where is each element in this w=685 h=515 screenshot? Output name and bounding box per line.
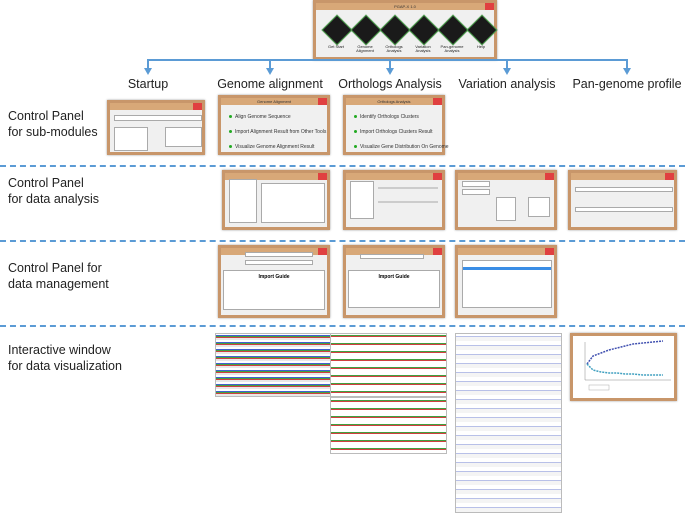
menu-item-identify[interactable]: Identify Orthologs Clusters	[354, 114, 442, 120]
menu-item-visualize[interactable]: Visualize Genome Alignment Result	[229, 144, 327, 150]
va-data-panel	[455, 245, 557, 318]
arrow-down-icon	[386, 68, 394, 75]
close-button[interactable]	[485, 3, 494, 10]
main-window: PGAP-X 1.0 Get Start Genome Alignment Orth…	[313, 0, 498, 60]
connector-line	[148, 59, 628, 61]
import-guide-title: Import Guide	[258, 274, 290, 280]
column-header: Pan-genome profile	[572, 77, 682, 91]
module-label: Help	[476, 44, 486, 49]
menu-item-import[interactable]: Import Orthologs Clusters Result	[354, 129, 442, 135]
genome-alignment-visualization[interactable]	[215, 333, 332, 397]
window-title: PGAP-X 1.0	[394, 4, 416, 9]
module-label: Variation Analysis	[415, 44, 431, 53]
pan-genome-chart-window[interactable]	[570, 333, 677, 401]
divider	[0, 325, 685, 327]
module-button[interactable]: Orthologs Analysis	[379, 14, 411, 55]
module-button[interactable]: Help	[466, 14, 498, 55]
divider	[0, 240, 685, 242]
column-header: Orthologs Analysis	[338, 77, 442, 91]
row-label: Control Panel for sub-modules	[8, 109, 98, 139]
column-header: Startup	[127, 77, 169, 91]
arrow-down-icon	[503, 68, 511, 75]
row-label: Control Panel for data analysis	[8, 176, 100, 206]
orthologs-visualization-2[interactable]	[330, 397, 447, 454]
module-icon	[466, 14, 498, 46]
startup-panel	[107, 100, 205, 155]
module-icon	[321, 14, 353, 46]
arrow-down-icon	[266, 68, 274, 75]
pg-analysis-panel	[568, 170, 677, 230]
module-label: Orthologs Analysis	[385, 44, 403, 53]
column-header: Genome alignment	[217, 77, 323, 91]
module-icon	[408, 14, 440, 46]
menu-item-align[interactable]: Align Genome Sequence	[229, 114, 327, 120]
column-header: Variation analysis	[458, 77, 556, 91]
menu-item-visualize[interactable]: Visualize Gene Distribution On Genome	[354, 144, 449, 150]
orthologs-visualization-1[interactable]	[330, 333, 447, 397]
arrow-down-icon	[144, 68, 152, 75]
title-bar: PGAP-X 1.0	[316, 3, 494, 10]
pan-genome-chart	[584, 340, 671, 391]
divider	[0, 165, 685, 167]
module-label: Pan-genome Analysis	[440, 44, 464, 53]
ga-analysis-panel	[222, 170, 330, 230]
module-button[interactable]: Pan-genome Analysis	[437, 14, 469, 55]
module-button[interactable]: Variation Analysis	[408, 14, 440, 55]
module-icon	[350, 14, 382, 46]
oa-analysis-panel	[343, 170, 445, 230]
ga-import-panel: Import Guide	[218, 245, 330, 318]
module-label: Genome Alignment	[356, 44, 374, 53]
arrow-down-icon	[623, 68, 631, 75]
variation-visualization[interactable]	[455, 333, 562, 513]
module-icon	[379, 14, 411, 46]
genome-alignment-panel: Genome Alignment Align Genome Sequence I…	[218, 95, 330, 155]
module-label: Get Start	[327, 44, 344, 49]
oa-import-panel: Import Guide	[343, 245, 445, 318]
module-icon	[437, 14, 469, 46]
import-guide-title: Import Guide	[378, 274, 410, 280]
va-analysis-panel	[455, 170, 557, 230]
module-button[interactable]: Get Start	[321, 14, 353, 55]
row-label: Control Panel for data management	[8, 261, 109, 291]
module-button[interactable]: Genome Alignment	[350, 14, 382, 55]
orthologs-analysis-panel: Orthologs Analysis Identify Orthologs Cl…	[343, 95, 449, 155]
row-label: Interactive window for data visualization	[8, 343, 122, 373]
menu-item-import[interactable]: Import Alignment Result from Other Tools	[229, 129, 327, 135]
